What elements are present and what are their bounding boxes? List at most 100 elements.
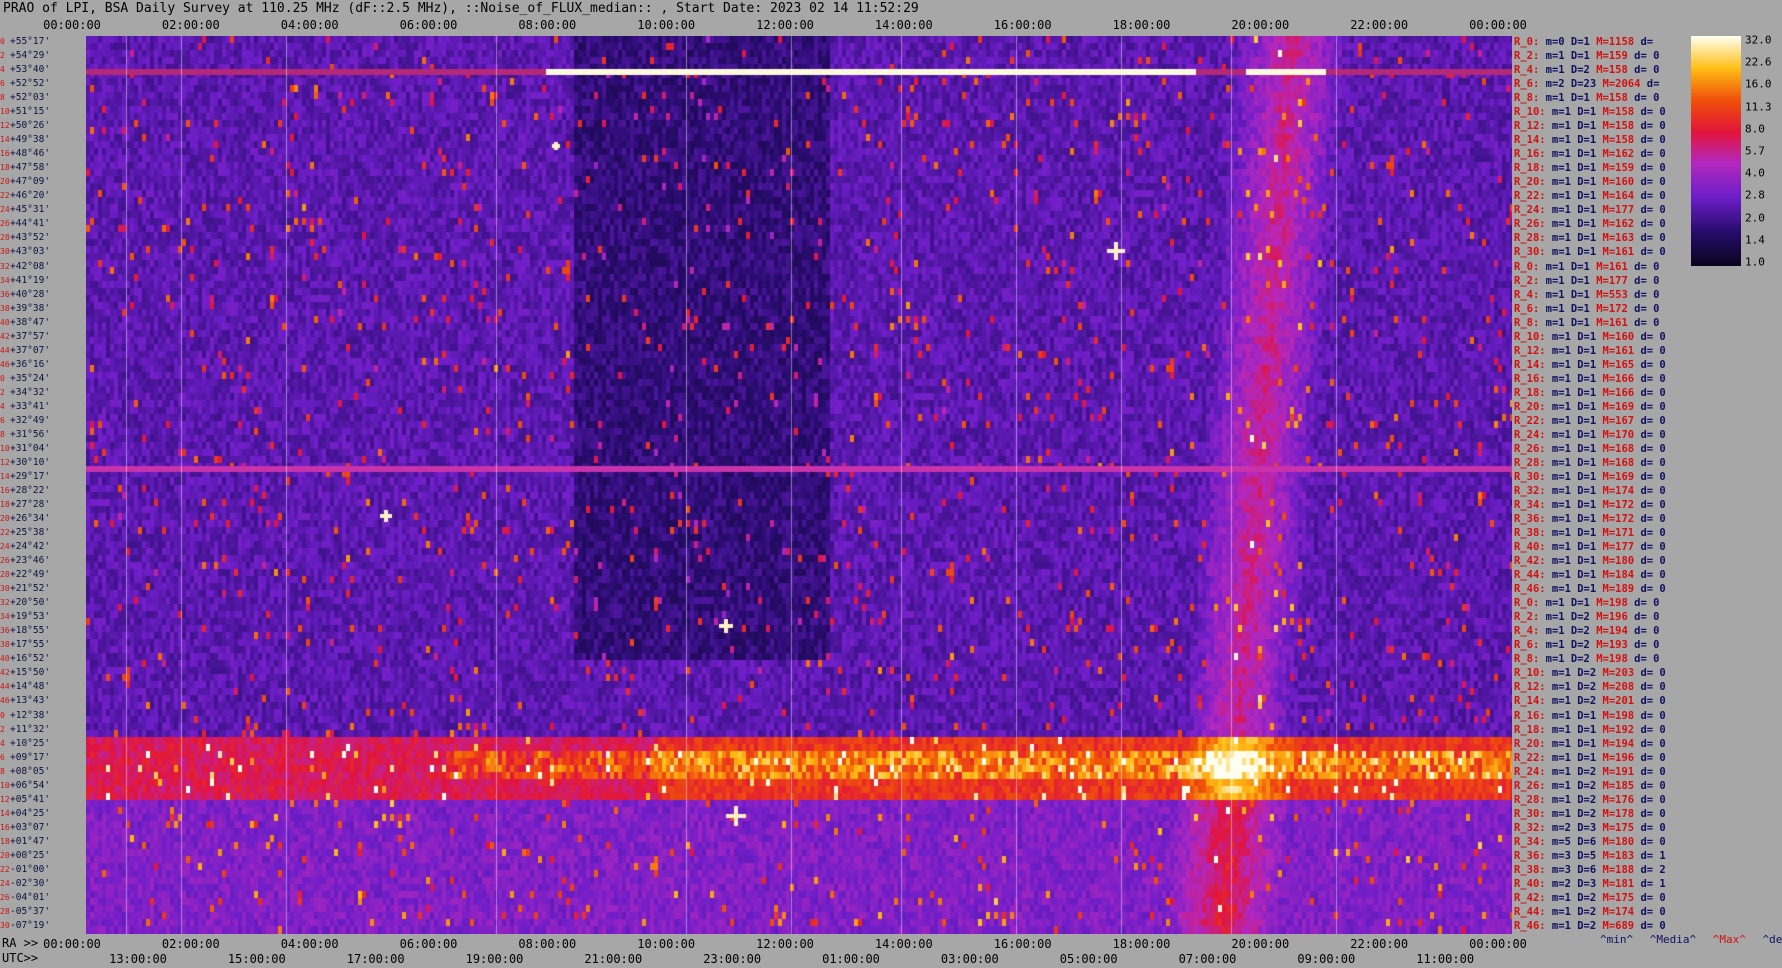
declination-value: +35°24' — [10, 372, 51, 384]
stat-row: R_10: m=1 D=1 M=160 d= 0 — [1514, 330, 1666, 344]
stat-m: d= 0 — [1634, 344, 1666, 357]
stat-row: R_6: m=2 D=23 M=2064 d= — [1514, 77, 1659, 91]
stat-m: d= 0 — [1634, 428, 1666, 441]
bottom-ra-tick: 04:00:00 — [280, 937, 339, 951]
stat-m: m=1 D=1 — [1545, 541, 1603, 554]
declination-value: +53°40' — [10, 64, 51, 76]
stat-row: R_40: m=2 D=3 M=181 d= 1 — [1514, 877, 1666, 891]
stat-mx: M=172 — [1602, 499, 1635, 512]
beam-index: 22 — [0, 191, 10, 201]
bottom-ra-tick: 08:00:00 — [518, 937, 577, 951]
dec-label-row: 32+42°08' — [0, 261, 50, 273]
top-ra-tick: 22:00:00 — [1350, 18, 1409, 32]
dec-label-row: 16+48°46' — [0, 148, 50, 160]
beam-index: 22 — [0, 528, 10, 538]
dec-label-row: 20+00°25' — [0, 850, 50, 862]
stat-mx: M=184 — [1602, 569, 1635, 582]
dec-label-row: 2 +11°32' — [0, 724, 50, 736]
stat-m: m=1 D=1 — [1545, 569, 1603, 582]
declination-value: +04°25' — [10, 807, 51, 819]
stat-m: m=2 D=23 — [1539, 78, 1603, 91]
stat-r: R_8: — [1514, 653, 1540, 666]
stat-r: R_44: — [1514, 905, 1546, 918]
beam-index: 18 — [0, 163, 10, 173]
dec-label-row: 20+47°09' — [0, 176, 50, 188]
stat-m: d= 0 — [1634, 891, 1666, 904]
dec-label-row: 30+21°52' — [0, 583, 50, 595]
dec-label-row: 36+40°28' — [0, 289, 50, 301]
stat-m: m=1 D=1 — [1545, 106, 1603, 119]
stat-row: R_6: m=1 D=2 M=193 d= 0 — [1514, 638, 1659, 652]
stat-m: m=1 D=1 — [1545, 751, 1603, 764]
stat-mx: M=198 — [1596, 597, 1628, 610]
declination-value: +52°52' — [10, 78, 51, 90]
stat-row: R_40: m=1 D=1 M=177 d= 0 — [1514, 540, 1666, 554]
stat-m: m=2 D=3 — [1545, 821, 1603, 834]
top-ra-tick: 18:00:00 — [1112, 18, 1171, 32]
stat-mx: M=185 — [1602, 779, 1635, 792]
stat-mx: M=172 — [1596, 302, 1628, 315]
beam-index: 26 — [0, 219, 10, 229]
declination-value: +43°03' — [10, 246, 51, 258]
stat-row: R_0: m=1 D=1 M=198 d= 0 — [1514, 596, 1659, 610]
declination-value: +45°31' — [10, 204, 51, 216]
stat-r: R_6: — [1514, 639, 1540, 652]
beam-index: 46 — [0, 696, 10, 706]
stat-m: m=1 D=1 — [1545, 344, 1603, 357]
stat-m: d= 0 — [1634, 499, 1666, 512]
stat-m: d= 0 — [1634, 793, 1666, 806]
dec-label-row: 24+45°31' — [0, 204, 50, 216]
stat-m: d= 0 — [1634, 120, 1666, 133]
declination-value: +23°46' — [10, 555, 51, 567]
stat-mx: M=160 — [1602, 330, 1635, 343]
bottom-ra-tick: 14:00:00 — [874, 937, 933, 951]
dec-label-row: 24+24°42' — [0, 541, 50, 553]
stat-mx: M=174 — [1602, 905, 1635, 918]
stat-mx: M=208 — [1602, 681, 1635, 694]
dec-label-row: 0 +55°17' — [0, 36, 50, 48]
beam-index: 44 — [0, 345, 10, 355]
stat-r: R_22: — [1514, 414, 1546, 427]
stat-m: m=1 D=1 — [1545, 456, 1603, 469]
stat-m: d= — [1640, 78, 1660, 91]
stat-mx: M=168 — [1602, 456, 1635, 469]
declination-value: +15°50' — [10, 667, 51, 679]
stat-m: d= 0 — [1634, 456, 1666, 469]
stat-mx: M=158 — [1596, 64, 1628, 77]
stat-r: R_24: — [1514, 428, 1546, 441]
beam-index: 6 — [0, 752, 5, 762]
stat-row: R_18: m=1 D=1 M=159 d= 0 — [1514, 161, 1666, 175]
stat-r: R_42: — [1514, 555, 1546, 568]
stat-r: R_32: — [1514, 485, 1546, 497]
beam-index: 10 — [0, 107, 10, 117]
bottom-utc-tick: 23:00:00 — [703, 952, 762, 966]
dec-label-row: 22+25°38' — [0, 527, 50, 539]
declination-value: +31°04' — [10, 442, 51, 454]
beam-index: 18 — [0, 836, 10, 846]
beam-index: 32 — [0, 261, 10, 271]
stat-r: R_20: — [1514, 400, 1546, 413]
beam-index: 6 — [0, 79, 5, 89]
stat-row: R_2: m=1 D=2 M=196 d= 0 — [1514, 610, 1659, 624]
stat-m: m=1 D=1 — [1545, 232, 1603, 245]
stat-mx: M=174 — [1602, 485, 1635, 497]
stat-r: R_28: — [1514, 793, 1546, 806]
stat-mx: M=193 — [1596, 639, 1628, 652]
stat-r: R_10: — [1514, 330, 1546, 343]
declination-value: -05°37' — [10, 905, 51, 917]
stat-m: m=0 D=1 — [1539, 36, 1597, 48]
declination-value: +50°26' — [10, 120, 51, 132]
stat-mx: M=689 — [1602, 919, 1635, 932]
beam-index: 12 — [0, 121, 10, 131]
dec-label-row: 18+47°58' — [0, 162, 50, 174]
stat-row: R_24: m=1 D=1 M=170 d= 0 — [1514, 428, 1666, 442]
dec-label-row: 26-04°01' — [0, 892, 50, 904]
stat-m: m=1 D=1 — [1545, 485, 1603, 497]
stat-m: d= — [1634, 36, 1654, 48]
stat-m: m=1 D=1 — [1545, 470, 1603, 483]
stat-mx: M=188 — [1602, 863, 1635, 876]
stat-m: m=1 D=1 — [1539, 260, 1597, 273]
stat-r: R_4: — [1514, 64, 1540, 77]
declination-value: +20°50' — [10, 597, 51, 609]
beam-index: 2 — [0, 724, 5, 734]
